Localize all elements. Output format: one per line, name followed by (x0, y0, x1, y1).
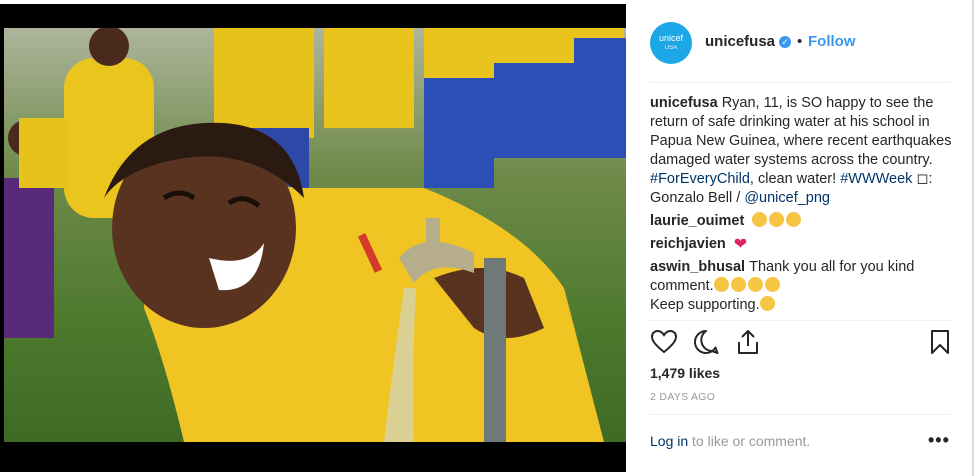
actions-divider (650, 320, 950, 321)
photo-illustration (4, 28, 626, 442)
heart-eyes-emoji-icon (752, 212, 768, 227)
smiling-emoji-icon (759, 296, 775, 311)
avatar-text: unicef (658, 33, 684, 43)
verified-badge-icon: ✓ (779, 36, 791, 48)
comment-item: aswin_bhusal Thank you all for you kind c… (650, 258, 955, 315)
avatar-subtext: USA (664, 45, 678, 51)
heart-eyes-emoji-icon (713, 277, 729, 292)
upside-down-emoji-icon (764, 277, 780, 292)
comment-text-2: Keep supporting. (650, 297, 760, 313)
post-media[interactable] (0, 0, 626, 476)
login-link[interactable]: Log in (650, 433, 688, 449)
comment-username[interactable]: laurie_ouimet (650, 213, 744, 229)
share-icon[interactable] (734, 328, 762, 356)
header-separator: • (797, 33, 803, 50)
post-username[interactable]: unicefusa (705, 33, 775, 50)
post-timestamp[interactable]: 2 DAYS AGO (650, 391, 715, 403)
comment-username[interactable]: reichjavien (650, 236, 726, 252)
heart-eyes-emoji-icon (730, 277, 746, 292)
hashtag-link[interactable]: #ForEveryChild (650, 171, 750, 187)
follow-button[interactable]: Follow (808, 33, 856, 50)
login-prompt: Log in to like or comment. (650, 433, 810, 449)
caption: unicefusa Ryan, 11, is SO happy to see th… (650, 94, 955, 208)
login-rest: to like or comment. (688, 433, 811, 449)
camera-glyph: ◻ (916, 171, 929, 187)
avatar[interactable]: unicef USA (650, 22, 692, 64)
heart-outline-icon[interactable] (650, 328, 678, 356)
more-options-button[interactable]: ••• (928, 430, 950, 451)
kissing-heart-emoji-icon (747, 277, 763, 292)
comment-bubble-icon[interactable] (692, 328, 720, 356)
red-heart-emoji-icon: ❤ (733, 236, 748, 253)
comment-item: laurie_ouimet (650, 212, 955, 231)
hashtag-link[interactable]: #WWWeek (840, 171, 912, 187)
heart-eyes-emoji-icon (769, 212, 785, 227)
header-divider (650, 82, 950, 83)
bookmark-icon[interactable] (926, 328, 954, 356)
comment-username[interactable]: aswin_bhusal (650, 259, 745, 275)
footer-divider (650, 414, 950, 415)
post-header: unicef USA unicefusa ✓ • Follow (630, 0, 974, 82)
comments-list: unicefusa Ryan, 11, is SO happy to see th… (650, 94, 955, 319)
comment-item: reichjavien ❤ (650, 235, 955, 254)
caption-username[interactable]: unicefusa (650, 95, 718, 111)
mention-link[interactable]: @unicef_png (744, 190, 830, 206)
likes-count[interactable]: 1,479 likes (650, 365, 720, 381)
post-photo[interactable] (4, 28, 626, 442)
caption-text-2: , clean water! (749, 171, 841, 187)
heart-eyes-emoji-icon (786, 212, 802, 227)
post-side-panel: unicef USA unicefusa ✓ • Follow unicefus… (630, 0, 974, 476)
action-bar (650, 328, 950, 360)
